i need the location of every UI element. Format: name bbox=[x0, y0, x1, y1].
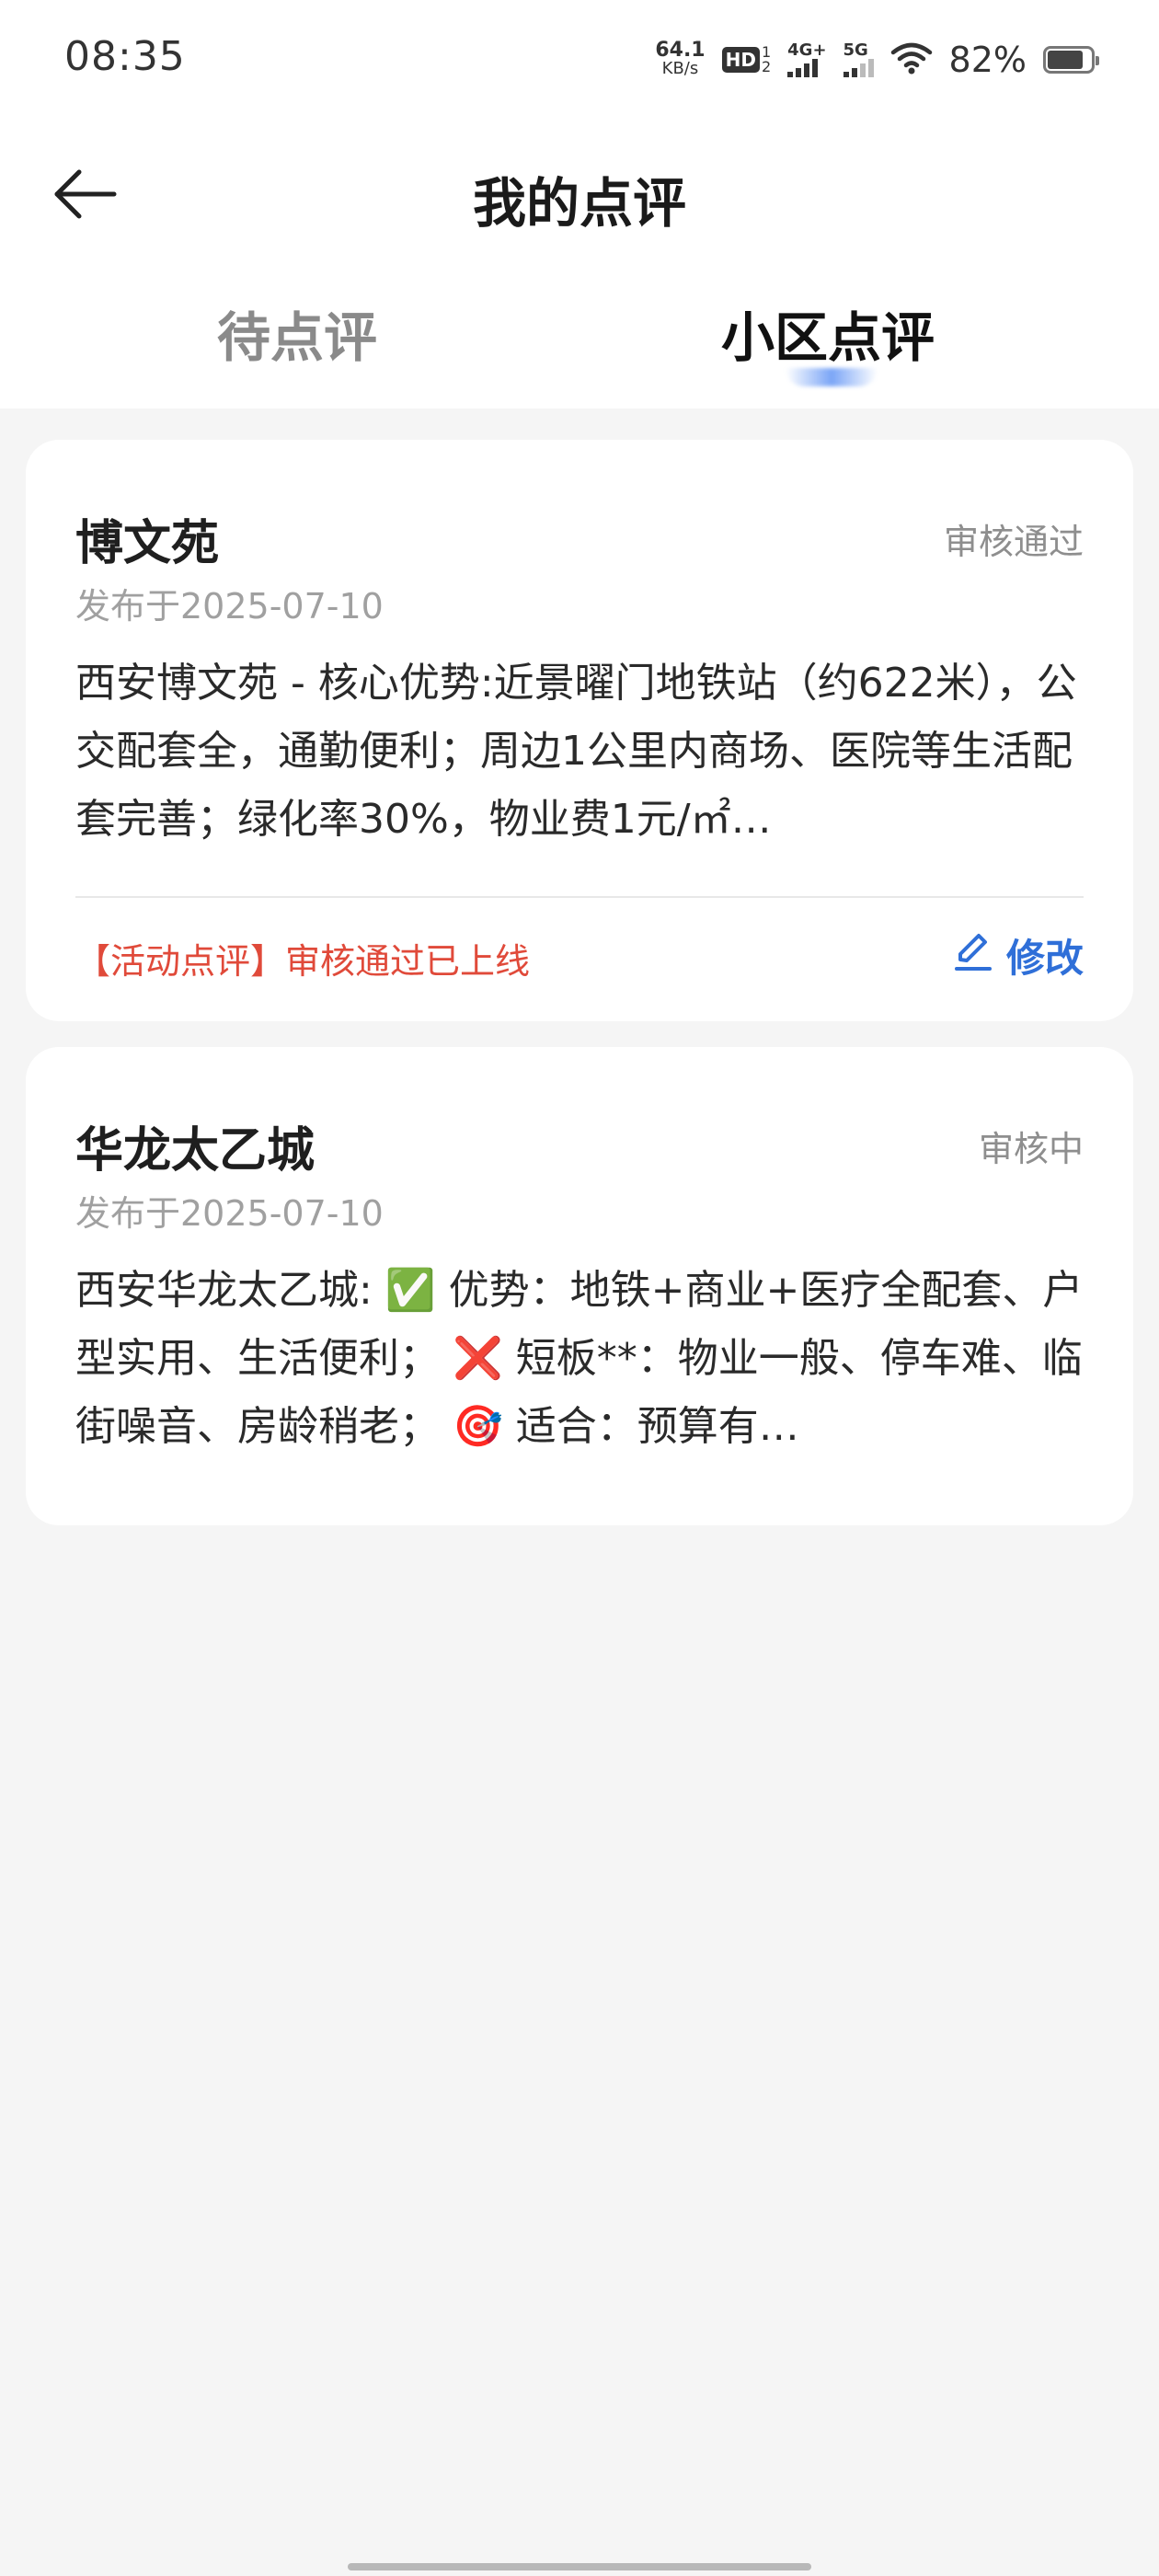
signal-4g-label: 4G+ bbox=[787, 40, 827, 60]
review-status-badge: 审核通过 bbox=[943, 522, 1084, 562]
status-bar: 08:35 64.1 KB/s HD 1 2 4G+ 5G 82% bbox=[0, 0, 1159, 120]
tab-pending-reviews[interactable]: 待点评 bbox=[217, 294, 377, 386]
signal-5g-label: 5G bbox=[843, 40, 868, 60]
net-speed-unit: KB/s bbox=[661, 59, 699, 78]
edit-label: 修改 bbox=[1005, 936, 1084, 981]
review-date: 发布于2025-07-10 bbox=[75, 1193, 384, 1234]
review-title: 博文苑 bbox=[75, 516, 220, 571]
review-content: 西安博文苑 - 核心优势:近景曜门地铁站（约622米），公交配套全，通勤便利；周… bbox=[75, 660, 1077, 843]
edit-button[interactable]: 修改 bbox=[953, 927, 1084, 983]
review-card[interactable]: 博文苑 审核通过 发布于2025-07-10 西安博文苑 - 核心优势:近景曜门… bbox=[26, 440, 1133, 1021]
signal-5g-icon: 5G bbox=[843, 42, 874, 77]
hd-label: HD bbox=[721, 47, 760, 73]
review-title: 华龙太乙城 bbox=[75, 1123, 316, 1179]
review-content: 西安华龙太乙城: ✅ 优势：地铁+商业+医疗全配套、户型实用、生活便利； ❌ 短… bbox=[75, 1267, 1084, 1450]
divider bbox=[75, 896, 1084, 898]
signal-5g-bars bbox=[843, 59, 874, 77]
signal-4g-icon: 4G+ bbox=[787, 40, 827, 77]
status-time: 08:35 bbox=[64, 33, 186, 80]
header: 我的点评 bbox=[0, 147, 1159, 248]
pencil-icon bbox=[953, 930, 993, 982]
active-tab-indicator bbox=[786, 368, 878, 386]
home-indicator[interactable] bbox=[348, 2563, 811, 2570]
tab-bar: 待点评 小区点评 bbox=[0, 294, 1159, 396]
review-status-badge: 审核中 bbox=[978, 1129, 1084, 1169]
battery-percent: 82% bbox=[948, 40, 1027, 80]
hd-sub: 1 2 bbox=[762, 45, 771, 75]
hd-sub-bottom: 2 bbox=[761, 58, 772, 75]
wifi-icon bbox=[890, 41, 933, 78]
top-area: 08:35 64.1 KB/s HD 1 2 4G+ 5G 82% 我的点评 待… bbox=[0, 0, 1159, 408]
page-title: 我的点评 bbox=[472, 172, 686, 235]
activity-review-note: 【活动点评】审核通过已上线 bbox=[75, 941, 531, 982]
review-card[interactable]: 华龙太乙城 审核中 发布于2025-07-10 西安华龙太乙城: ✅ 优势：地铁… bbox=[26, 1047, 1133, 1525]
status-icons: 64.1 KB/s HD 1 2 4G+ 5G 82% bbox=[655, 37, 1099, 83]
network-speed-icon: 64.1 KB/s bbox=[655, 39, 706, 78]
battery-fill bbox=[1048, 51, 1083, 69]
review-date: 发布于2025-07-10 bbox=[75, 586, 384, 627]
signal-4g-bars bbox=[787, 59, 819, 77]
battery-icon bbox=[1043, 46, 1099, 74]
hd-call-icon: HD 1 2 bbox=[721, 45, 771, 75]
net-speed-value: 64.1 bbox=[655, 39, 706, 62]
